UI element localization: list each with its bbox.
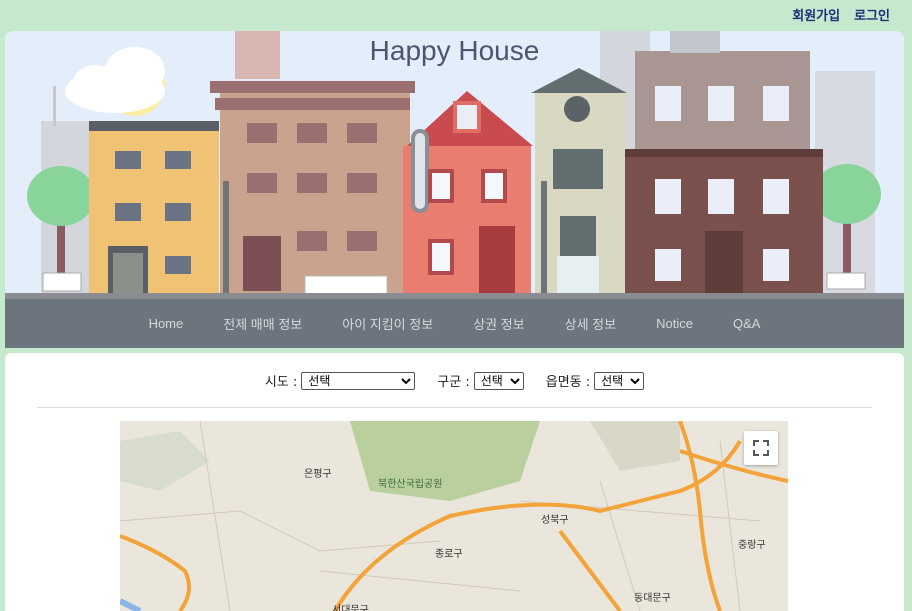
gugun-label: 구군 : — [437, 375, 470, 390]
account-links: 회원가입 로그인 — [792, 5, 890, 24]
map-label-jungnang: 중랑구 — [738, 540, 766, 551]
nav-commercial-info[interactable]: 상권 정보 — [453, 314, 544, 333]
top-bar: 회원가입 로그인 — [0, 0, 912, 30]
main-nav: Home 전제 매매 정보 아이 지킴이 정보 상권 정보 상세 정보 Noti… — [5, 299, 904, 348]
fullscreen-icon — [753, 440, 769, 456]
nav-child-safety-info[interactable]: 아이 지킴이 정보 — [322, 314, 453, 333]
main-content: 시도 : 선택 구군 : 선택 읍면동 : 선택 은평구 북한산국립공원 성북구… — [5, 353, 904, 611]
map-label-eunpyeong: 은평구 — [304, 469, 332, 480]
nav-home[interactable]: Home — [129, 316, 204, 331]
map-label-jongno: 종로구 — [435, 549, 463, 560]
login-link[interactable]: 로그인 — [854, 5, 890, 24]
fullscreen-button[interactable] — [744, 431, 778, 465]
site-title: Happy House — [369, 35, 540, 66]
sido-select[interactable]: 선택 — [301, 371, 416, 390]
map-label-bukhansan: 북한산국립공원 — [378, 479, 443, 490]
hero-banner: Happy House — [5, 31, 904, 299]
sido-filter: 시도 : 선택 — [264, 371, 416, 390]
map-tiles — [120, 421, 788, 611]
map-label-seodaemun: 서대문구 — [332, 605, 369, 611]
gugun-select[interactable]: 선택 — [473, 371, 524, 390]
nav-detail-info[interactable]: 상세 정보 — [545, 314, 636, 333]
map-label-seongbuk: 성북구 — [541, 515, 569, 526]
signup-link[interactable]: 회원가입 — [792, 5, 840, 24]
map-view[interactable]: 은평구 북한산국립공원 성북구 종로구 중랑구 동대문구 서대문구 — [120, 421, 788, 611]
map-label-dongdaemun: 동대문구 — [634, 593, 671, 604]
nav-trade-info[interactable]: 전제 매매 정보 — [203, 314, 322, 333]
dong-select[interactable]: 선택 — [594, 371, 645, 390]
nav-qna[interactable]: Q&A — [713, 316, 780, 331]
city-illustration — [5, 31, 904, 299]
dong-filter: 읍면동 : 선택 — [545, 371, 645, 390]
divider — [37, 407, 872, 408]
sido-label: 시도 : — [264, 375, 298, 390]
region-filters: 시도 : 선택 구군 : 선택 읍면동 : 선택 — [5, 371, 904, 390]
dong-label: 읍면동 : — [545, 375, 591, 390]
gugun-filter: 구군 : 선택 — [437, 371, 524, 390]
nav-notice[interactable]: Notice — [636, 316, 713, 331]
